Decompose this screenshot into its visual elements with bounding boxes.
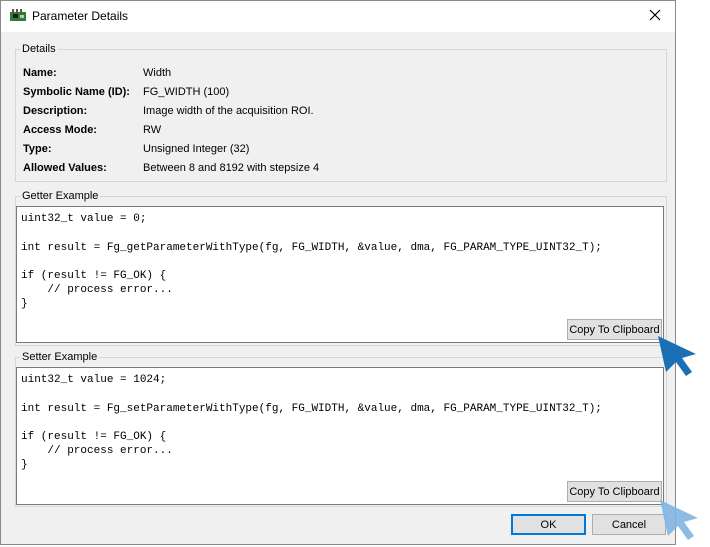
setter-group-title: Setter Example: [20, 350, 100, 364]
code-line: uint32_t value = 1024;: [21, 374, 167, 386]
parameter-details-dialog: Parameter Details Details Name: Width Sy…: [0, 0, 676, 545]
detail-value: Between 8 and 8192 with stepsize 4: [143, 162, 320, 174]
detail-key: Description:: [23, 105, 88, 117]
detail-value: RW: [143, 124, 162, 136]
detail-key: Symbolic Name (ID):: [23, 86, 130, 98]
cancel-button[interactable]: Cancel: [592, 514, 666, 535]
detail-value: Width: [143, 67, 172, 79]
code-line: }: [21, 459, 28, 471]
close-icon: [649, 9, 661, 24]
ok-button[interactable]: OK: [511, 514, 586, 535]
detail-value: FG_WIDTH (100): [143, 86, 230, 98]
getter-copy-button[interactable]: Copy To Clipboard: [567, 319, 662, 340]
detail-key: Access Mode:: [23, 124, 97, 136]
code-line: }: [21, 298, 28, 310]
dialog-title: Parameter Details: [32, 9, 129, 23]
details-group-title: Details: [20, 42, 58, 56]
getter-group-title: Getter Example: [20, 189, 101, 203]
pointer-arrow-icon: [660, 500, 698, 540]
setter-copy-button[interactable]: Copy To Clipboard: [567, 481, 662, 502]
pointer-arrow-icon: [658, 336, 696, 376]
code-line: // process error...: [21, 284, 173, 296]
board-icon: [10, 9, 26, 23]
detail-value: Unsigned Integer (32): [143, 143, 250, 155]
close-button[interactable]: [635, 1, 675, 31]
code-line: if (result != FG_OK) {: [21, 270, 167, 282]
code-line: int result = Fg_getParameterWithType(fg,…: [21, 242, 602, 254]
code-line: // process error...: [21, 445, 173, 457]
code-line: if (result != FG_OK) {: [21, 431, 167, 443]
detail-key: Name:: [23, 67, 57, 79]
detail-key: Type:: [23, 143, 52, 155]
details-group: Details Name: Width Symbolic Name (ID): …: [15, 42, 667, 182]
detail-key: Allowed Values:: [23, 162, 107, 174]
code-line: int result = Fg_setParameterWithType(fg,…: [21, 403, 602, 415]
code-line: uint32_t value = 0;: [21, 213, 147, 225]
title-bar[interactable]: Parameter Details: [1, 1, 675, 32]
detail-value: Image width of the acquisition ROI.: [143, 105, 314, 117]
